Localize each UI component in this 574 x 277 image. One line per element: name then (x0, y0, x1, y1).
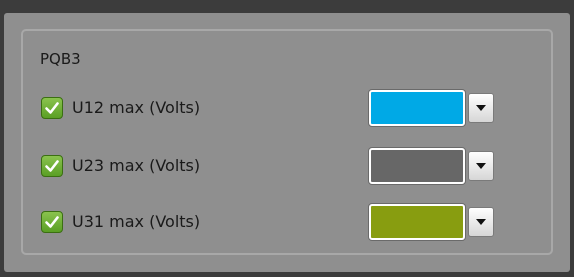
series-label-u12: U12 max (Volts) (72, 98, 201, 117)
series-row-u23: U23 max (Volts) (39, 148, 509, 184)
series-label-u31: U31 max (Volts) (72, 212, 201, 231)
series-row-u31: U31 max (Volts) (39, 204, 509, 240)
series-label-u23: U23 max (Volts) (72, 156, 201, 175)
chevron-down-icon (476, 105, 486, 111)
color-swatch-u31[interactable] (369, 204, 465, 240)
color-swatch-u23[interactable] (369, 148, 465, 184)
series-checkbox-u12[interactable] (41, 97, 63, 119)
group-title: PQB3 (40, 50, 81, 68)
checkmark-icon (45, 160, 59, 172)
chevron-down-icon (476, 163, 486, 169)
group-box-pqb3: PQB3 U12 max (Volts) U23 max (Volts) U31… (21, 29, 553, 255)
chevron-down-icon (476, 219, 486, 225)
series-row-u12: U12 max (Volts) (39, 90, 509, 126)
color-swatch-u12[interactable] (369, 90, 465, 126)
series-checkbox-u23[interactable] (41, 155, 63, 177)
series-checkbox-u31[interactable] (41, 211, 63, 233)
color-dropdown-button-u12[interactable] (468, 93, 494, 123)
color-dropdown-button-u31[interactable] (468, 207, 494, 237)
checkmark-icon (45, 216, 59, 228)
color-dropdown-button-u23[interactable] (468, 151, 494, 181)
checkmark-icon (45, 102, 59, 114)
